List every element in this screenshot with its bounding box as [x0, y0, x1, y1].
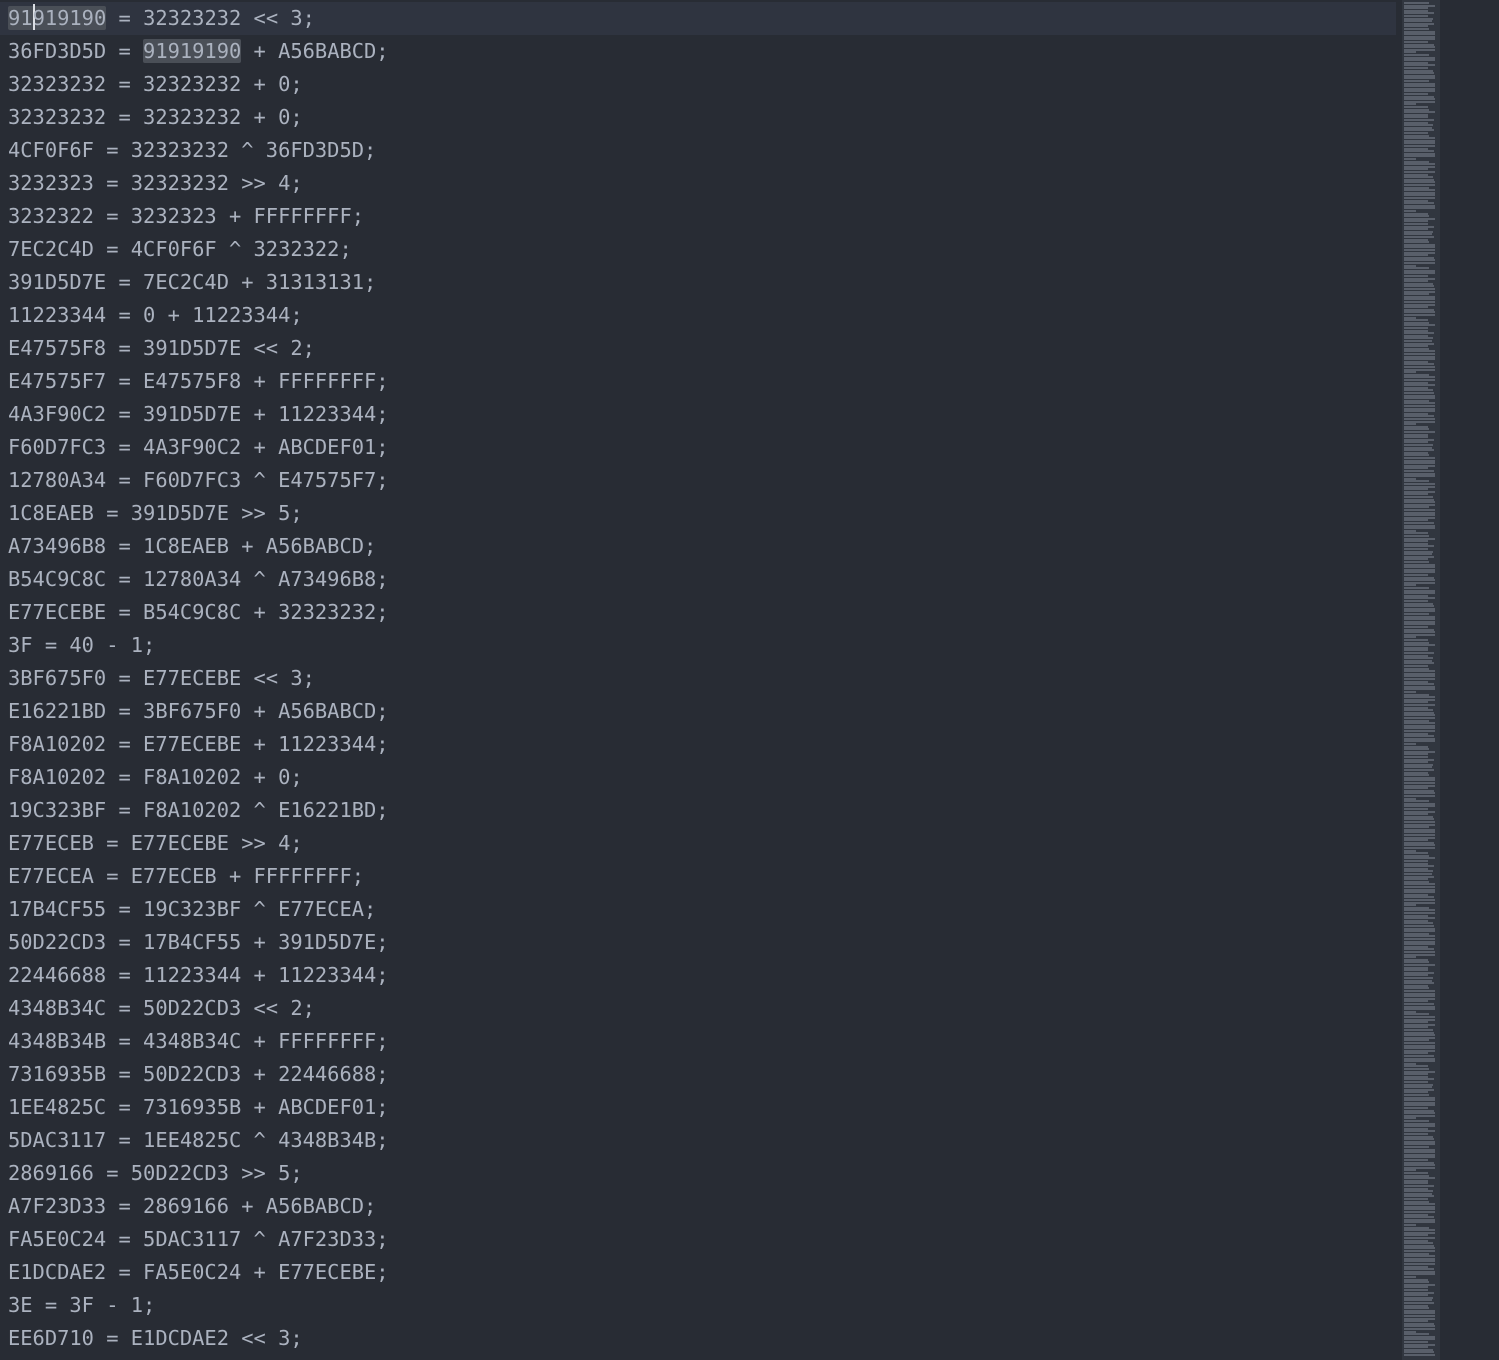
code-line[interactable]: 19C323BF = F8A10202 ^ E16221BD; — [0, 794, 1396, 827]
code-line[interactable]: F8A10202 = E77ECEBE + 11223344; — [0, 728, 1396, 761]
code-line[interactable]: 11223344 = 0 + 11223344; — [0, 299, 1396, 332]
code-line[interactable]: E1DCDAE2 = FA5E0C24 + E77ECEBE; — [0, 1256, 1396, 1289]
code-line[interactable]: E77ECEB = E77ECEBE >> 4; — [0, 827, 1396, 860]
code-line[interactable]: FA5E0C24 = 5DAC3117 ^ A7F23D33; — [0, 1223, 1396, 1256]
code-line[interactable]: 2869166 = 50D22CD3 >> 5; — [0, 1157, 1396, 1190]
code-line[interactable]: 391D5D7E = 7EC2C4D + 31313131; — [0, 266, 1396, 299]
code-line[interactable]: 50D22CD3 = 17B4CF55 + 391D5D7E; — [0, 926, 1396, 959]
selection-highlight: 91919190 — [8, 4, 107, 30]
code-line[interactable]: E47575F7 = E47575F8 + FFFFFFFF; — [0, 365, 1396, 398]
code-line[interactable]: 17B4CF55 = 19C323BF ^ E77ECEA; — [0, 893, 1396, 926]
code-line[interactable]: E47575F8 = 391D5D7E << 2; — [0, 332, 1396, 365]
code-line[interactable]: 32323232 = 32323232 + 0; — [0, 101, 1396, 134]
code-line[interactable]: 36FD3D5D = 91919190 + A56BABCD; — [0, 35, 1396, 68]
code-line[interactable]: E77ECEA = E77ECEB + FFFFFFFF; — [0, 860, 1396, 893]
selection-highlight: 91919190 — [143, 39, 242, 63]
code-line[interactable]: A7F23D33 = 2869166 + A56BABCD; — [0, 1190, 1396, 1223]
code-line[interactable]: A73496B8 = 1C8EAEB + A56BABCD; — [0, 530, 1396, 563]
code-line[interactable]: 7EC2C4D = 4CF0F6F ^ 3232322; — [0, 233, 1396, 266]
code-line[interactable]: 3F = 40 - 1; — [0, 629, 1396, 662]
minimap[interactable] — [1402, 0, 1440, 1360]
code-line[interactable]: 91919190 = 32323232 << 3; — [0, 2, 1396, 35]
code-line[interactable]: 22446688 = 11223344 + 11223344; — [0, 959, 1396, 992]
code-line[interactable]: 7316935B = 50D22CD3 + 22446688; — [0, 1058, 1396, 1091]
code-editor[interactable]: 91919190 = 32323232 << 3; 36FD3D5D = 9191… — [0, 0, 1499, 1360]
code-line[interactable]: 4348B34B = 4348B34C + FFFFFFFF; — [0, 1025, 1396, 1058]
code-line[interactable]: 4348B34C = 50D22CD3 << 2; — [0, 992, 1396, 1025]
code-line[interactable]: F60D7FC3 = 4A3F90C2 + ABCDEF01; — [0, 431, 1396, 464]
code-line[interactable]: 12780A34 = F60D7FC3 ^ E47575F7; — [0, 464, 1396, 497]
code-line[interactable]: F8A10202 = F8A10202 + 0; — [0, 761, 1396, 794]
code-line[interactable]: 1C8EAEB = 391D5D7E >> 5; — [0, 497, 1396, 530]
code-line[interactable]: 4CF0F6F = 32323232 ^ 36FD3D5D; — [0, 134, 1396, 167]
code-line[interactable]: E77ECEBE = B54C9C8C + 32323232; — [0, 596, 1396, 629]
code-line[interactable]: B54C9C8C = 12780A34 ^ A73496B8; — [0, 563, 1396, 596]
code-line[interactable]: 3E = 3F - 1; — [0, 1289, 1396, 1322]
code-line[interactable]: 32323232 = 32323232 + 0; — [0, 68, 1396, 101]
code-line[interactable]: 3232322 = 3232323 + FFFFFFFF; — [0, 200, 1396, 233]
code-text-area[interactable]: 91919190 = 32323232 << 3; 36FD3D5D = 9191… — [0, 2, 1396, 1355]
code-line[interactable]: 1EE4825C = 7316935B + ABCDEF01; — [0, 1091, 1396, 1124]
code-line[interactable]: 3BF675F0 = E77ECEBE << 3; — [0, 662, 1396, 695]
code-line[interactable]: E16221BD = 3BF675F0 + A56BABCD; — [0, 695, 1396, 728]
code-line[interactable]: 4A3F90C2 = 391D5D7E + 11223344; — [0, 398, 1396, 431]
minimap-line — [1404, 1354, 1435, 1356]
code-line[interactable]: 3232323 = 32323232 >> 4; — [0, 167, 1396, 200]
code-line[interactable]: EE6D710 = E1DCDAE2 << 3; — [0, 1322, 1396, 1355]
text-cursor — [32, 4, 35, 30]
code-line[interactable]: 5DAC3117 = 1EE4825C ^ 4348B34B; — [0, 1124, 1396, 1157]
